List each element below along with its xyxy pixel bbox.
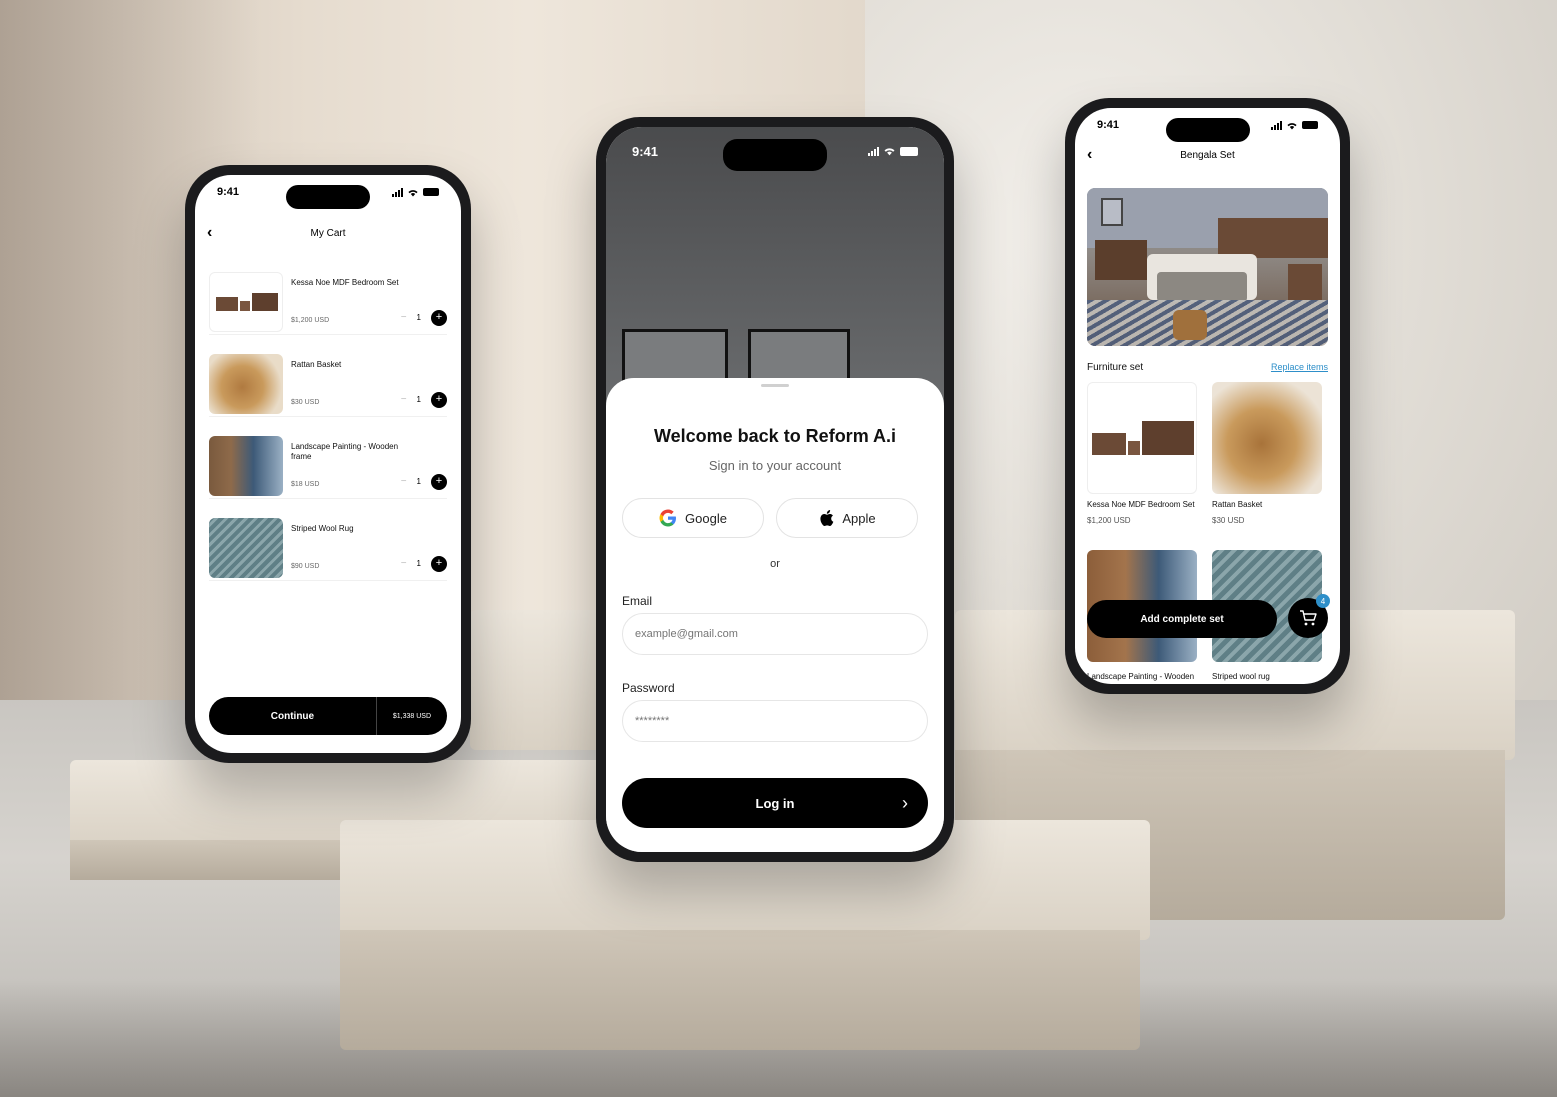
email-field[interactable] <box>622 613 928 655</box>
product-image-bedroom-set <box>209 271 283 332</box>
item-price: $90 USD <box>291 562 320 570</box>
wifi-icon <box>1287 122 1297 129</box>
status-time: 9:41 <box>1097 119 1120 131</box>
signal-icon <box>1271 120 1282 130</box>
minus-button[interactable]: − <box>401 558 407 569</box>
cart-item[interactable]: Striped Wool Rug $90 USD − 1 + <box>209 515 447 581</box>
product-image-wool-rug <box>209 517 283 578</box>
stone-block-front-side <box>340 930 1140 1050</box>
plus-button[interactable]: + <box>431 309 447 326</box>
battery-icon <box>900 146 918 156</box>
quantity-stepper: − 1 + <box>401 309 447 326</box>
cart-button[interactable]: 4 <box>1288 594 1330 638</box>
product-image-bedroom-set <box>1087 382 1197 494</box>
plus-button[interactable]: + <box>431 473 447 490</box>
item-name: Striped Wool Rug <box>291 523 354 533</box>
status-bar: 9:41 <box>606 127 944 175</box>
plus-button[interactable]: + <box>431 391 447 408</box>
item-price: $1,200 USD <box>291 316 330 324</box>
product-name: Striped wool rug <box>1212 672 1270 681</box>
phone-cart: 9:41 ‹ My Cart Kessa Noe MDF Bedroom Set… <box>185 165 471 763</box>
quantity-value: 1 <box>416 477 421 486</box>
product-price: $1,200 USD <box>1087 516 1131 525</box>
login-sheet: Welcome back to Reform A.i Sign in to yo… <box>606 378 944 852</box>
phone-set: 9:41 ‹ Bengala Set Furniture set Replace… <box>1065 98 1350 694</box>
battery-icon <box>423 188 439 196</box>
minus-button[interactable]: − <box>401 476 407 487</box>
cart-screen: 9:41 ‹ My Cart Kessa Noe MDF Bedroom Set… <box>195 175 461 753</box>
set-header: ‹ Bengala Set <box>1075 142 1340 168</box>
product-card[interactable]: Kessa Noe MDF Bedroom Set $1,200 USD <box>1087 382 1197 525</box>
apple-label: Apple <box>842 510 876 526</box>
login-screen: 9:41 Welcome back to Reform A.i Sign in … <box>606 127 944 852</box>
signal-icon <box>868 146 879 156</box>
page-title: My Cart <box>310 227 346 239</box>
phone-login: 9:41 Welcome back to Reform A.i Sign in … <box>596 117 954 862</box>
quantity-stepper: − 1 + <box>401 555 447 572</box>
minus-button[interactable]: − <box>401 312 407 323</box>
google-label: Google <box>685 510 727 526</box>
email-label: Email <box>622 594 653 608</box>
cart-icon <box>1300 610 1317 626</box>
continue-button[interactable]: Continue $1,338 USD <box>209 697 447 735</box>
login-button[interactable]: Log in › <box>622 778 928 828</box>
item-name: Rattan Basket <box>291 359 342 369</box>
login-subtitle: Sign in to your account <box>708 458 842 473</box>
sheet-grabber[interactable] <box>761 384 789 387</box>
status-bar: 9:41 <box>195 175 461 209</box>
status-bar: 9:41 <box>1075 108 1340 142</box>
set-screen: 9:41 ‹ Bengala Set Furniture set Replace… <box>1075 108 1340 684</box>
product-image-rattan-basket <box>209 353 283 414</box>
cart-count-badge: 4 <box>1316 594 1330 608</box>
replace-items-link[interactable]: Replace items <box>1271 362 1328 372</box>
quantity-value: 1 <box>416 559 421 568</box>
or-divider: or <box>770 558 780 570</box>
minus-button[interactable]: − <box>401 394 407 405</box>
wifi-icon <box>408 189 418 196</box>
chevron-left-icon[interactable]: ‹ <box>207 224 212 242</box>
cart-item[interactable]: Kessa Noe MDF Bedroom Set $1,200 USD − 1… <box>209 269 447 335</box>
product-name: Rattan Basket <box>1212 500 1263 509</box>
item-price: $18 USD <box>291 480 320 488</box>
chevron-left-icon[interactable]: ‹ <box>1087 146 1092 164</box>
cart-item[interactable]: Landscape Painting - Wooden frame $18 US… <box>209 433 447 499</box>
cart-item[interactable]: Rattan Basket $30 USD − 1 + <box>209 351 447 417</box>
quantity-stepper: − 1 + <box>401 473 447 490</box>
quantity-stepper: − 1 + <box>401 391 447 408</box>
google-logo-icon <box>659 509 677 527</box>
google-signin-button[interactable]: Google <box>622 498 764 538</box>
plus-button[interactable]: + <box>431 555 447 572</box>
password-label: Password <box>622 681 675 695</box>
quantity-value: 1 <box>416 395 421 404</box>
wifi-icon <box>884 148 895 156</box>
item-price: $30 USD <box>291 398 320 406</box>
apple-logo-icon <box>820 510 834 526</box>
status-time: 9:41 <box>217 186 240 198</box>
item-name: Kessa Noe MDF Bedroom Set <box>291 277 399 287</box>
login-label: Log in <box>755 795 795 811</box>
cart-total: $1,338 USD <box>375 697 447 735</box>
product-name: Landscape Painting - Wooden frame <box>1087 672 1195 684</box>
bedroom-hero-image <box>1087 188 1328 346</box>
chevron-right-icon: › <box>902 792 908 813</box>
battery-icon <box>1302 121 1318 129</box>
login-title: Welcome back to Reform A.i <box>653 426 897 446</box>
item-name: Landscape Painting - Wooden frame <box>291 441 399 461</box>
product-price: $30 USD <box>1212 516 1245 525</box>
add-complete-set-button[interactable]: Add complete set <box>1087 600 1277 638</box>
section-title: Furniture set <box>1087 362 1144 373</box>
password-field[interactable] <box>622 700 928 742</box>
product-card[interactable]: Rattan Basket $30 USD <box>1212 382 1322 525</box>
status-time: 9:41 <box>632 143 659 159</box>
product-image-rattan-basket <box>1212 382 1322 494</box>
page-title: Bengala Set <box>1180 149 1235 161</box>
continue-label: Continue <box>270 710 315 722</box>
quantity-value: 1 <box>416 313 421 322</box>
product-name: Kessa Noe MDF Bedroom Set <box>1087 500 1195 509</box>
product-image-landscape-painting <box>209 435 283 496</box>
apple-signin-button[interactable]: Apple <box>776 498 918 538</box>
signal-icon <box>392 187 403 197</box>
cart-header: ‹ My Cart <box>195 219 461 247</box>
